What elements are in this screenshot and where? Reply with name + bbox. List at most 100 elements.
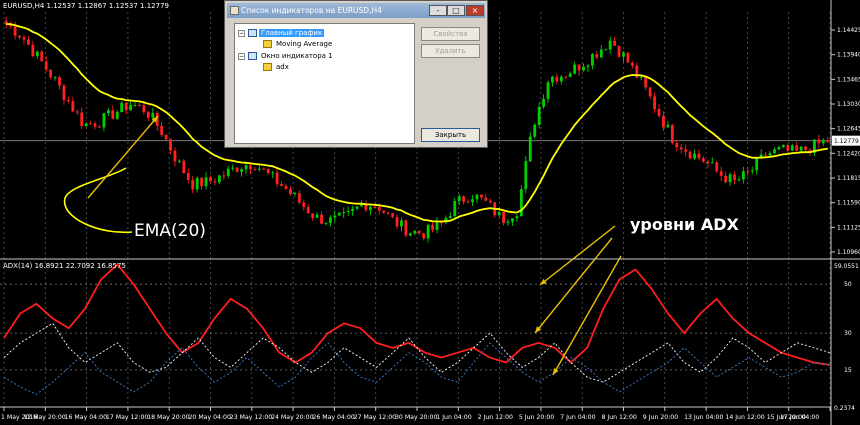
main-chart-label: EURUSD,H4 1.12537 1.12867 1.12537 1.1277… [3, 2, 169, 10]
candle-body [653, 96, 656, 110]
candle-body [684, 149, 688, 152]
candle-body [417, 230, 421, 234]
candle-body [630, 62, 634, 66]
candle-body [311, 213, 315, 218]
time-axis-label: 16 May 04:00 [65, 414, 107, 421]
candle-body [613, 40, 617, 46]
delete-button[interactable]: Удалить [421, 44, 480, 58]
minimize-icon[interactable]: - [429, 5, 447, 16]
candle-body [799, 146, 803, 151]
time-axis-label: 17 Jun 04:00 [780, 414, 819, 421]
candle-body [53, 77, 57, 79]
candle-body [817, 139, 821, 144]
dialog-title-bar[interactable]: Список индикаторов на EURUSD,H4 - □ × [227, 3, 485, 18]
candle-body [568, 73, 572, 77]
candle-body [209, 177, 212, 182]
indicator-icon [263, 40, 272, 48]
candle-body [71, 101, 75, 112]
candle-body [453, 201, 457, 217]
properties-button[interactable]: Свойства [421, 27, 480, 41]
candle-body [151, 112, 155, 118]
price-axis-label: 1.10960 [837, 249, 860, 256]
candle-body [564, 76, 568, 78]
candle-body [582, 66, 585, 71]
candle-body [697, 153, 701, 159]
candle-body [58, 77, 61, 86]
candle-body [235, 167, 239, 172]
tree-item-adx[interactable]: adx [263, 62, 291, 73]
close-icon[interactable]: × [466, 5, 484, 16]
candle-body [728, 174, 732, 183]
collapse-icon[interactable]: − [238, 30, 245, 37]
time-axis-label: 14 Jun 12:00 [725, 414, 764, 421]
candle-body [413, 230, 417, 234]
candle-body [639, 76, 643, 78]
tree-item-moving-average[interactable]: Moving Average [263, 39, 334, 50]
candle-body [178, 160, 181, 162]
candle-body [106, 110, 110, 114]
price-axis-label: 1.13940 [837, 52, 860, 59]
candle-body [457, 196, 461, 202]
candle-body [351, 208, 355, 212]
candle-body [244, 165, 248, 170]
candle-body [502, 211, 505, 223]
candle-body [559, 76, 563, 82]
candle-body [693, 153, 696, 159]
candle-body [724, 175, 728, 183]
candle-body [488, 200, 492, 203]
candle-body [222, 175, 226, 177]
candle-body [804, 146, 807, 150]
indicator-tree[interactable]: − Главный график Moving Average − Окно и… [234, 23, 415, 144]
adx-levels-annotation-label: уровни ADX [630, 215, 740, 234]
candle-body [431, 225, 434, 230]
candle-body [75, 111, 79, 113]
candle-body [648, 87, 652, 97]
candle-body [400, 220, 403, 227]
chart-window-icon [248, 52, 257, 60]
maximize-icon[interactable]: □ [447, 5, 465, 16]
candle-body [826, 140, 830, 143]
candle-body [795, 145, 799, 151]
candle-body [471, 199, 474, 203]
price-axis-label: 1.12420 [837, 150, 860, 157]
close-button[interactable]: Закрыть [421, 128, 480, 142]
indicators-list-dialog[interactable]: Список индикаторов на EURUSD,H4 - □ × − … [224, 0, 488, 148]
candle-body [289, 188, 292, 195]
candle-body [586, 65, 590, 67]
candle-body [382, 210, 386, 213]
candle-body [22, 37, 26, 40]
candle-body [262, 168, 266, 170]
candle-body [644, 76, 648, 88]
candle-body [337, 212, 341, 216]
candle-body [546, 82, 550, 99]
candle-body [120, 102, 124, 113]
candle-body [742, 171, 745, 180]
candle-body [790, 145, 794, 151]
tree-item-indicator-window[interactable]: Окно индикатора 1 [248, 51, 335, 62]
price-axis-label: 1.11125 [837, 224, 860, 231]
candle-body [240, 169, 243, 172]
candle-body [604, 49, 608, 51]
candle-body [89, 123, 92, 125]
time-axis-label: 23 May 12:00 [230, 414, 272, 421]
candle-body [497, 211, 501, 216]
time-axis-label: 7 Jun 04:00 [560, 414, 595, 421]
candle-body [182, 160, 186, 174]
time-axis-label: 5 Jun 20:00 [519, 414, 554, 421]
candle-body [519, 189, 523, 217]
price-axis-label: 1.13030 [837, 101, 860, 108]
time-axis-label: 8 Jun 12:00 [602, 414, 637, 421]
candle-body [617, 45, 621, 57]
candle-body [186, 173, 190, 180]
indicator-max-label: 59.0551 [834, 263, 859, 270]
tree-item-main-chart[interactable]: Главный график [248, 28, 325, 39]
candle-body [595, 54, 599, 58]
candle-body [688, 151, 692, 159]
candle-body [506, 221, 510, 223]
candle-body [373, 206, 377, 208]
adx-level-label: 50 [844, 281, 852, 288]
candle-body [266, 168, 270, 174]
collapse-icon[interactable]: − [238, 53, 245, 60]
candle-body [422, 233, 426, 239]
price-axis-label: 1.12645 [837, 126, 860, 133]
